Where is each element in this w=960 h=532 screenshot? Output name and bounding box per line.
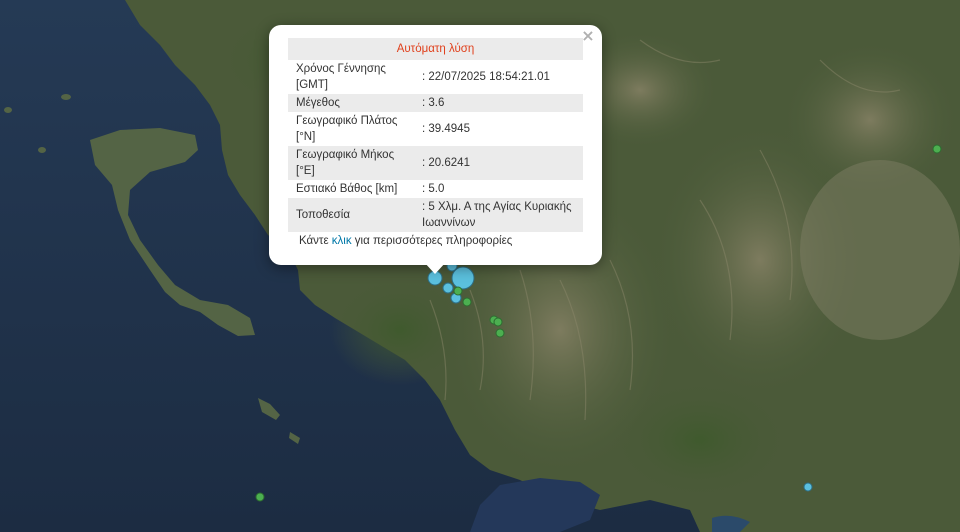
quake-marker-older[interactable] — [495, 328, 505, 338]
plain-area — [800, 160, 960, 340]
magnitude-value: : 3.6 — [416, 94, 583, 112]
more-info-suffix: για περισσότερες πληροφορίες — [351, 235, 513, 247]
popup-title: Αυτόματη λύση — [288, 38, 583, 60]
more-info-prefix: Κάντε — [299, 235, 332, 247]
quake-marker-selected[interactable] — [451, 266, 475, 290]
islet — [61, 94, 71, 100]
magnitude-label: Μέγεθος — [288, 94, 416, 112]
latitude-label: Γεωγραφικό Πλάτος [°N] — [296, 115, 398, 143]
islet — [4, 107, 12, 113]
location-value: : 5 Χλμ. Α της Αγίας Κυριακής Ιωαννίνων — [416, 198, 583, 232]
forest-area — [610, 380, 790, 500]
popup-tip — [424, 262, 446, 274]
depth-label: Εστιακό Βάθος [km] — [296, 183, 398, 195]
location-label: Τοποθεσία — [288, 198, 416, 232]
latitude-value: : 39.4945 — [422, 123, 470, 135]
quake-info-table: Αυτόματη λύση Χρόνος Γέννησης [GMT] : 22… — [288, 38, 583, 232]
quake-marker-older[interactable] — [255, 492, 265, 502]
quake-marker-older[interactable] — [453, 286, 463, 296]
quake-marker-older[interactable] — [932, 144, 942, 154]
quake-marker[interactable] — [803, 482, 813, 492]
quake-marker-older[interactable] — [462, 297, 472, 307]
longitude-label: Γεωγραφικό Μήκος [°E] — [288, 146, 416, 180]
depth-value: : 5.0 — [422, 183, 445, 195]
longitude-value: : 20.6241 — [416, 146, 583, 180]
more-info-line: Κάντε κλικ για περισσότερες πληροφορίες — [299, 235, 512, 247]
origin-time-value: : 22/07/2025 18:54:21.01 — [422, 71, 550, 83]
quake-marker[interactable] — [442, 282, 454, 294]
quake-marker-older[interactable] — [493, 317, 503, 327]
more-info-link[interactable]: κλικ — [332, 235, 352, 247]
quake-info-popup: × Αυτόματη λύση Χρόνος Γέννησης [GMT] : … — [269, 25, 602, 265]
islet — [38, 147, 46, 153]
origin-time-label: Χρόνος Γέννησης [GMT] — [296, 63, 386, 91]
